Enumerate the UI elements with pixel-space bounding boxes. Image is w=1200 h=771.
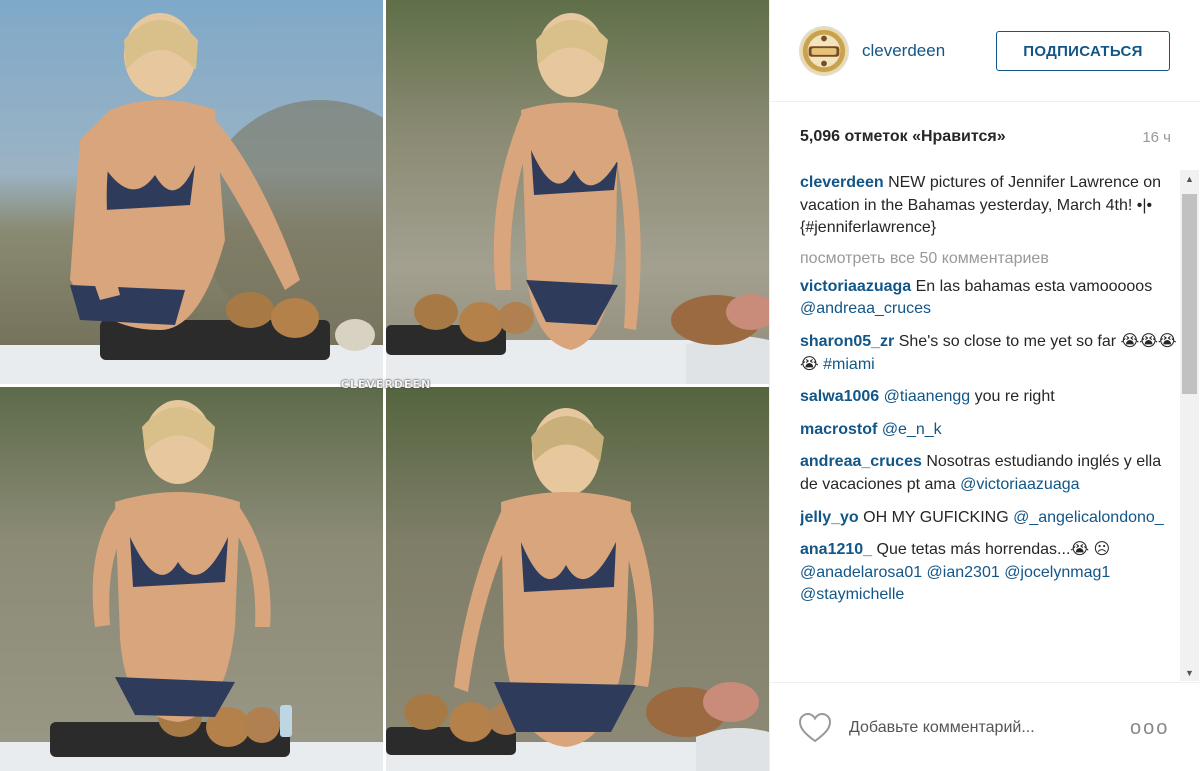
comment-username[interactable]: andreaa_cruces	[800, 453, 922, 470]
post-image[interactable]: CLEVERDEEN	[0, 0, 769, 771]
comment-mention[interactable]: @anadelarosa01 @ian2301 @jocelynmag1 @st…	[800, 564, 1110, 604]
comment-item: salwa1006 @tiaanengg you re right	[800, 386, 1178, 409]
post-side-panel: cleverdeen ПОДПИСАТЬСЯ 5,096 отметок «Нр…	[769, 0, 1200, 771]
comment-item: ana1210_ Que tetas más horrendas...😭 ☹ @…	[800, 539, 1178, 607]
comment-hashtag[interactable]: #miami	[823, 356, 875, 373]
more-options-icon[interactable]: ooo	[1130, 717, 1169, 740]
photo-top-left	[0, 0, 383, 384]
comment-mention[interactable]: @andreaa_cruces	[800, 300, 931, 317]
comment-username[interactable]: sharon05_zr	[800, 333, 894, 350]
comments-list[interactable]: cleverdeen NEW pictures of Jennifer Lawr…	[800, 172, 1178, 682]
comment-item: sharon05_zr She's so close to me yet so …	[800, 331, 1178, 376]
likes-count[interactable]: 5,096 отметок «Нравится»	[800, 128, 1006, 146]
scroll-down-arrow-icon[interactable]: ▼	[1180, 664, 1199, 681]
comment-mention[interactable]: @tiaanengg	[884, 388, 971, 405]
caption: cleverdeen NEW pictures of Jennifer Lawr…	[800, 172, 1178, 240]
comment-text: you re right	[970, 388, 1055, 406]
comments-scrollbar[interactable]: ▲ ▼	[1180, 170, 1199, 681]
username-link[interactable]: cleverdeen	[862, 41, 945, 61]
comment-text: Que tetas más horrendas...😭 ☹	[876, 541, 1111, 559]
comment-item: jelly_yo OH MY GUFICKING @_angelicalondo…	[800, 507, 1178, 530]
comment-username[interactable]: victoriaazuaga	[800, 278, 911, 295]
post-time[interactable]: 16 ч	[1142, 129, 1171, 146]
comment-username[interactable]: salwa1006	[800, 388, 879, 405]
comment-text: En las bahamas esta vamooooos	[915, 277, 1153, 295]
comment-text: OH MY GUFICKING	[863, 508, 1014, 526]
comment-item: macrostof @e_n_k	[800, 419, 1178, 442]
photo-bottom-left	[0, 387, 383, 771]
comment-item: victoriaazuaga En las bahamas esta vamoo…	[800, 276, 1178, 321]
caption-username[interactable]: cleverdeen	[800, 174, 884, 191]
view-all-comments-link[interactable]: посмотреть все 50 комментариев	[800, 250, 1178, 268]
comment-mention[interactable]: @_angelicalondono_	[1013, 509, 1164, 526]
post-footer: ooo	[770, 682, 1200, 771]
comment-username[interactable]: macrostof	[800, 421, 877, 438]
comment-username[interactable]: jelly_yo	[800, 509, 859, 526]
profile-avatar[interactable]	[799, 26, 849, 76]
heart-icon[interactable]	[798, 712, 832, 744]
scroll-thumb[interactable]	[1182, 194, 1197, 394]
comment-item: andreaa_cruces Nosotras estudiando inglé…	[800, 451, 1178, 496]
post-header: cleverdeen ПОДПИСАТЬСЯ	[770, 0, 1200, 102]
comment-input[interactable]	[849, 716, 1099, 740]
photo-bottom-right	[386, 387, 769, 771]
watermark: CLEVERDEEN	[340, 378, 432, 391]
photo-top-right	[386, 0, 769, 384]
comment-mention[interactable]: @victoriaazuaga	[960, 476, 1079, 493]
comment-username[interactable]: ana1210_	[800, 541, 872, 558]
comment-mention[interactable]: @e_n_k	[882, 421, 942, 438]
follow-button[interactable]: ПОДПИСАТЬСЯ	[996, 31, 1170, 71]
likes-row: 5,096 отметок «Нравится» 16 ч	[800, 128, 1171, 150]
scroll-up-arrow-icon[interactable]: ▲	[1180, 170, 1199, 187]
